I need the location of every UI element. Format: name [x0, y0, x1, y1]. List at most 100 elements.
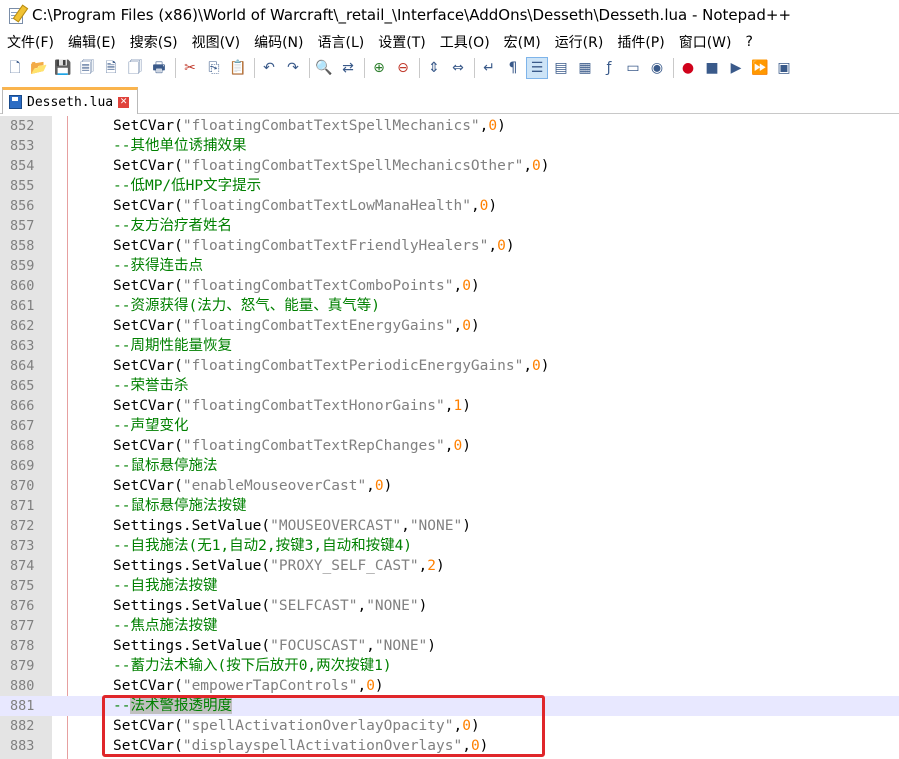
menu-item-0[interactable]: 文件(F): [0, 32, 61, 52]
code-token: --自我施法按键: [113, 578, 218, 594]
close-all-icon[interactable]: 🗍: [124, 57, 146, 79]
code-line[interactable]: 863 --周期性能量恢复: [0, 336, 899, 356]
code-token: 0: [532, 358, 541, 374]
tab-close-icon[interactable]: ✕: [118, 96, 130, 108]
redo-icon[interactable]: ↷: [282, 57, 304, 79]
code-token: ): [470, 278, 480, 294]
find-icon[interactable]: 🔍: [313, 57, 335, 79]
show-all-chars-icon[interactable]: ¶: [502, 57, 524, 79]
code-token: Settings.SetValue(: [113, 518, 271, 534]
play-macro-icon[interactable]: ▶: [725, 57, 747, 79]
code-line[interactable]: 859 --获得连击点: [0, 256, 899, 276]
code-token: 0: [453, 438, 463, 454]
code-line[interactable]: 862 SetCVar("floatingCombatTextEnergyGain…: [0, 316, 899, 336]
monitoring-icon[interactable]: ◉: [646, 57, 668, 79]
code-line[interactable]: 870 SetCVar("enableMouseoverCast",0): [0, 476, 899, 496]
code-line[interactable]: 877 --焦点施法按键: [0, 616, 899, 636]
close-icon[interactable]: 🗎: [100, 57, 122, 79]
user-lang-icon[interactable]: ▤: [550, 57, 572, 79]
sync-horizontal-icon[interactable]: ⇔: [447, 57, 469, 79]
code-line[interactable]: 856 SetCVar("floatingCombatTextLowManaHea…: [0, 196, 899, 216]
code-token: "NONE": [374, 638, 428, 654]
code-line[interactable]: 869 --鼠标悬停施法: [0, 456, 899, 476]
code-token: 0: [366, 678, 375, 694]
code-line[interactable]: 875 --自我施法按键: [0, 576, 899, 596]
code-line[interactable]: 880 SetCVar("empowerTapControls",0): [0, 676, 899, 696]
indent-guide-icon[interactable]: ☰: [526, 57, 548, 79]
menu-item-8[interactable]: 宏(M): [497, 32, 548, 52]
code-token: 2: [427, 558, 437, 574]
code-token: ): [427, 638, 437, 654]
code-editor[interactable]: 852 SetCVar("floatingCombatTextSpellMecha…: [0, 116, 899, 759]
save-disk-icon: [9, 95, 22, 109]
line-number: 854: [10, 158, 35, 174]
code-line[interactable]: 879 --蓄力法术输入(按下后放开0,两次按键1): [0, 656, 899, 676]
run-macro-multiple-icon[interactable]: ⏩: [749, 57, 771, 79]
code-line[interactable]: 852 SetCVar("floatingCombatTextSpellMecha…: [0, 116, 899, 136]
open-file-icon[interactable]: 📂: [28, 57, 50, 79]
code-line[interactable]: 855 --低MP/低HP文字提示: [0, 176, 899, 196]
menu-item-7[interactable]: 工具(O): [433, 32, 497, 52]
code-line[interactable]: 874 Settings.SetValue("PROXY_SELF_CAST",2…: [0, 556, 899, 576]
toolbar-separator: [309, 58, 310, 78]
code-token: ,: [418, 558, 428, 574]
tab-label: Desseth.lua: [27, 94, 114, 110]
code-token: "floatingCombatTextFriendlyHealers": [182, 238, 489, 254]
stop-macro-icon[interactable]: ■: [701, 57, 723, 79]
new-file-icon[interactable]: 🗋: [4, 57, 26, 79]
save-icon[interactable]: 💾: [52, 57, 74, 79]
folder-workspace-icon[interactable]: ▭: [622, 57, 644, 79]
code-line[interactable]: 857 --友方治疗者姓名: [0, 216, 899, 236]
menu-item-4[interactable]: 编码(N): [247, 32, 310, 52]
replace-icon[interactable]: ⇄: [337, 57, 359, 79]
menu-item-6[interactable]: 设置(T): [371, 32, 432, 52]
undo-icon[interactable]: ↶: [258, 57, 280, 79]
menu-item-12[interactable]: ?: [739, 34, 760, 50]
menu-item-5[interactable]: 语言(L): [311, 32, 372, 52]
code-line[interactable]: 861 --资源获得(法力、怒气、能量、真气等): [0, 296, 899, 316]
menu-item-9[interactable]: 运行(R): [548, 32, 611, 52]
code-text: SetCVar("floatingCombatTextEnergyGains",…: [113, 316, 480, 336]
menu-item-3[interactable]: 视图(V): [185, 32, 248, 52]
code-line[interactable]: 854 SetCVar("floatingCombatTextSpellMecha…: [0, 156, 899, 176]
code-line[interactable]: 868 SetCVar("floatingCombatTextRepChanges…: [0, 436, 899, 456]
code-line[interactable]: 873 --自我施法(无1,自动2,按键3,自动和按键4): [0, 536, 899, 556]
print-icon[interactable]: 🖶: [148, 57, 170, 79]
code-line[interactable]: 878 Settings.SetValue("FOCUSCAST","NONE"): [0, 636, 899, 656]
code-line[interactable]: 865 --荣誉击杀: [0, 376, 899, 396]
code-line[interactable]: 860 SetCVar("floatingCombatTextComboPoint…: [0, 276, 899, 296]
code-line[interactable]: 864 SetCVar("floatingCombatTextPeriodicEn…: [0, 356, 899, 376]
zoom-out-icon[interactable]: ⊖: [392, 57, 414, 79]
code-line[interactable]: 858 SetCVar("floatingCombatTextFriendlyHe…: [0, 236, 899, 256]
code-text: Settings.SetValue("SELFCAST","NONE"): [113, 596, 427, 616]
code-line[interactable]: 871 --鼠标悬停施法按键: [0, 496, 899, 516]
record-macro-icon[interactable]: ●: [677, 57, 699, 79]
save-macro-icon[interactable]: ▣: [773, 57, 795, 79]
code-token: ,: [523, 158, 533, 174]
tab-desseth-lua[interactable]: Desseth.lua ✕: [2, 87, 138, 114]
code-line[interactable]: 867 --声望变化: [0, 416, 899, 436]
code-line[interactable]: 876 Settings.SetValue("SELFCAST","NONE"): [0, 596, 899, 616]
line-number: 869: [10, 458, 35, 474]
menu-item-1[interactable]: 编辑(E): [61, 32, 123, 52]
zoom-in-icon[interactable]: ⊕: [368, 57, 390, 79]
code-line[interactable]: 872 Settings.SetValue("MOUSEOVERCAST","NO…: [0, 516, 899, 536]
doc-map-icon[interactable]: ▦: [574, 57, 596, 79]
toolbar-separator: [419, 58, 420, 78]
sync-vertical-icon[interactable]: ⇕: [423, 57, 445, 79]
menu-item-10[interactable]: 插件(P): [610, 32, 671, 52]
copy-icon[interactable]: ⎘: [203, 57, 225, 79]
cut-icon[interactable]: ✂: [179, 57, 201, 79]
code-token: SetCVar(: [113, 398, 183, 414]
code-text: SetCVar("empowerTapControls",0): [113, 676, 384, 696]
save-all-icon[interactable]: 🗐: [76, 57, 98, 79]
paste-icon[interactable]: 📋: [227, 57, 249, 79]
code-line[interactable]: 866 SetCVar("floatingCombatTextHonorGains…: [0, 396, 899, 416]
menu-item-2[interactable]: 搜索(S): [123, 32, 185, 52]
menu-item-11[interactable]: 窗口(W): [672, 32, 739, 52]
word-wrap-icon[interactable]: ↵: [478, 57, 500, 79]
code-line[interactable]: 853 --其他单位诱捕效果: [0, 136, 899, 156]
code-token: "MOUSEOVERCAST": [270, 518, 402, 534]
code-token: "empowerTapControls": [182, 678, 358, 694]
function-list-icon[interactable]: ƒ: [598, 57, 620, 79]
